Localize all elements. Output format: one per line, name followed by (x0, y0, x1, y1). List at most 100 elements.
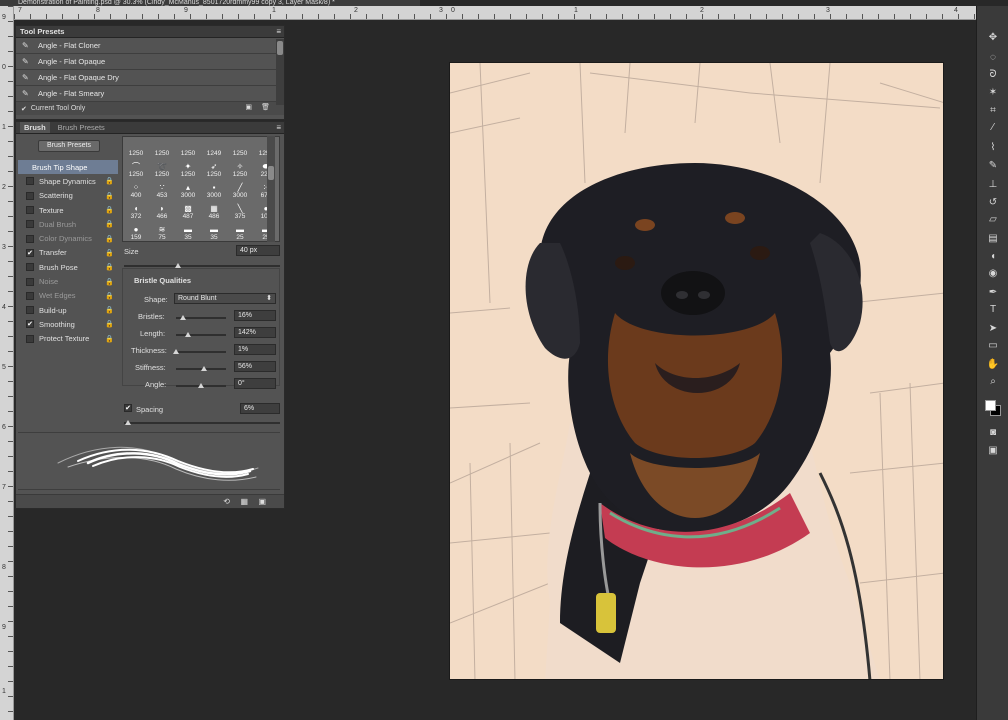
brush-option-brush-tip-shape[interactable]: Brush Tip Shape (18, 160, 118, 175)
length-slider-knob[interactable] (185, 332, 191, 337)
brush-option-brush-pose[interactable]: Brush Pose 🔒 (18, 260, 118, 274)
spacing-slider-knob[interactable] (125, 420, 131, 425)
brush-tip[interactable]: ▦ 486 (201, 200, 227, 221)
panel-menu-icon[interactable]: ≡ (276, 27, 281, 36)
screen-mode-icon[interactable]: ▣ (985, 444, 1001, 458)
new-preset-icon[interactable]: ▣ (245, 103, 252, 111)
brush-tip[interactable]: ➰ 1250 (149, 158, 175, 179)
brush-option-color-dynamics[interactable]: Color Dynamics 🔒 (18, 231, 118, 245)
lock-icon[interactable]: 🔒 (105, 235, 114, 243)
length-field[interactable]: 142% (234, 327, 276, 338)
current-tool-only-row[interactable]: ✔ Current Tool Only ▣ 🗑 (16, 102, 284, 115)
path-select-tool-icon[interactable]: ➤ (985, 322, 1001, 336)
brush-tip[interactable]: ➶ 1250 (201, 158, 227, 179)
brush-tip[interactable]: 1250 (149, 137, 175, 158)
thickness-slider-knob[interactable] (173, 349, 179, 354)
brush-tip[interactable]: ╲ 375 (227, 200, 253, 221)
preset-item[interactable]: ✎ Angle - Flat Cloner (16, 38, 284, 54)
marquee-tool-icon[interactable]: ◌ (985, 51, 1001, 65)
angle-slider-knob[interactable] (198, 383, 204, 388)
canvas-artboard[interactable] (449, 62, 944, 680)
dodge-tool-icon[interactable]: ◉ (985, 267, 1001, 281)
brush-tip[interactable]: ▩ 487 (175, 200, 201, 221)
lock-icon[interactable]: 🔒 (105, 306, 114, 314)
bristles-slider-knob[interactable] (180, 315, 186, 320)
option-checkbox[interactable] (26, 334, 34, 343)
brush-tip[interactable]: ✧ 1250 (227, 158, 253, 179)
brush-tip[interactable]: ⬬ 226 (253, 158, 279, 179)
brush-tip[interactable]: ◗ 466 (149, 200, 175, 221)
tab-brush-presets[interactable]: Brush Presets (58, 123, 105, 132)
spacing-slider[interactable] (124, 422, 280, 424)
lock-icon[interactable]: 🔒 (105, 177, 114, 185)
option-checkbox[interactable] (26, 263, 34, 272)
panel-menu-icon[interactable]: ≡ (276, 123, 281, 132)
option-checkbox[interactable] (26, 177, 34, 186)
hand-tool-icon[interactable]: ✋ (985, 358, 1001, 372)
lock-icon[interactable]: 🔒 (105, 192, 114, 200)
brush-tip[interactable]: ⁙ 678 (253, 179, 279, 200)
brush-tip[interactable]: ✦ 1250 (175, 158, 201, 179)
brush-presets-button[interactable]: Brush Presets (38, 140, 100, 152)
brush-option-noise[interactable]: Noise 🔒 (18, 274, 118, 288)
option-checkbox[interactable] (26, 191, 34, 200)
lock-icon[interactable]: 🔒 (105, 335, 114, 343)
thickness-field[interactable]: 1% (234, 344, 276, 355)
brush-option-texture[interactable]: Texture 🔒 (18, 203, 118, 217)
brush-tip[interactable]: ⌒ 1250 (123, 158, 149, 179)
spacing-checkbox[interactable]: ✔ (124, 404, 132, 412)
brush-tip[interactable]: ◖ 372 (123, 200, 149, 221)
blur-tool-icon[interactable]: ◖ (985, 250, 1001, 264)
option-checkbox[interactable] (26, 220, 34, 229)
lock-icon[interactable]: 🔒 (105, 263, 114, 271)
trash-icon[interactable]: 🗑 (261, 103, 270, 111)
lock-icon[interactable]: 🔒 (105, 249, 114, 257)
brush-option-smoothing[interactable]: ✔ Smoothing 🔒 (18, 317, 118, 331)
lock-icon[interactable]: 🔒 (105, 206, 114, 214)
brush-option-shape-dynamics[interactable]: Shape Dynamics 🔒 (18, 174, 118, 188)
brush-tool-icon[interactable]: ✎ (985, 159, 1001, 173)
lasso-tool-icon[interactable]: ᘐ (985, 68, 1001, 82)
crop-tool-icon[interactable]: ⌗ (985, 104, 1001, 118)
option-checkbox[interactable]: ✔ (26, 248, 34, 257)
brush-tip-scrollbar[interactable] (267, 136, 275, 242)
pen-tool-icon[interactable]: ✒ (985, 286, 1001, 300)
foreground-color-swatch[interactable] (985, 400, 996, 411)
healing-tool-icon[interactable]: ⌇ (985, 141, 1001, 155)
lock-icon[interactable]: 🔒 (105, 292, 114, 300)
brush-tip[interactable]: ▬ 35 (175, 221, 201, 241)
brush-tip[interactable]: ≋ 75 (149, 221, 175, 241)
toggle-live-tip-icon[interactable]: ⟲ (223, 497, 230, 506)
move-tool-icon[interactable]: ✥ (985, 31, 1001, 45)
brush-tip[interactable]: 1249 (201, 137, 227, 158)
eraser-tool-icon[interactable]: ▱ (985, 213, 1001, 227)
size-field[interactable]: 40 px (236, 245, 280, 256)
brush-option-dual-brush[interactable]: Dual Brush 🔒 (18, 217, 118, 231)
brush-tip[interactable]: 1250 (253, 137, 279, 158)
brush-tip[interactable]: ▬ 35 (201, 221, 227, 241)
brush-tip[interactable]: ▬ 25 (253, 221, 279, 241)
brush-option-scattering[interactable]: Scattering 🔒 (18, 189, 118, 203)
option-checkbox[interactable]: ✔ (26, 320, 34, 329)
brush-tip[interactable]: ▪ 3000 (201, 179, 227, 200)
brush-tip[interactable]: ▴ 3000 (175, 179, 201, 200)
option-checkbox[interactable] (26, 306, 34, 315)
brush-option-build-up[interactable]: Build-up 🔒 (18, 303, 118, 317)
zoom-tool-icon[interactable]: ⌕ (985, 375, 1001, 389)
preset-item[interactable]: ✎ Angle - Flat Opaque (16, 54, 284, 70)
type-tool-icon[interactable]: T (985, 303, 1001, 317)
presets-scrollbar[interactable] (276, 39, 284, 105)
brush-tip[interactable]: 1250 (227, 137, 253, 158)
brush-option-wet-edges[interactable]: Wet Edges 🔒 (18, 289, 118, 303)
lock-icon[interactable]: 🔒 (105, 320, 114, 328)
length-slider[interactable] (176, 334, 226, 336)
quick-select-tool-icon[interactable]: ✶ (985, 86, 1001, 100)
new-brush-icon[interactable]: ▣ (258, 497, 266, 506)
size-slider[interactable] (124, 265, 280, 267)
option-checkbox[interactable] (26, 234, 34, 243)
brush-tip[interactable]: ● 159 (123, 221, 149, 241)
presets-scroll-thumb[interactable] (277, 41, 283, 55)
brush-tip[interactable]: ∵ 453 (149, 179, 175, 200)
tab-brush[interactable]: Brush (20, 122, 50, 133)
spacing-field[interactable]: 6% (240, 403, 280, 414)
